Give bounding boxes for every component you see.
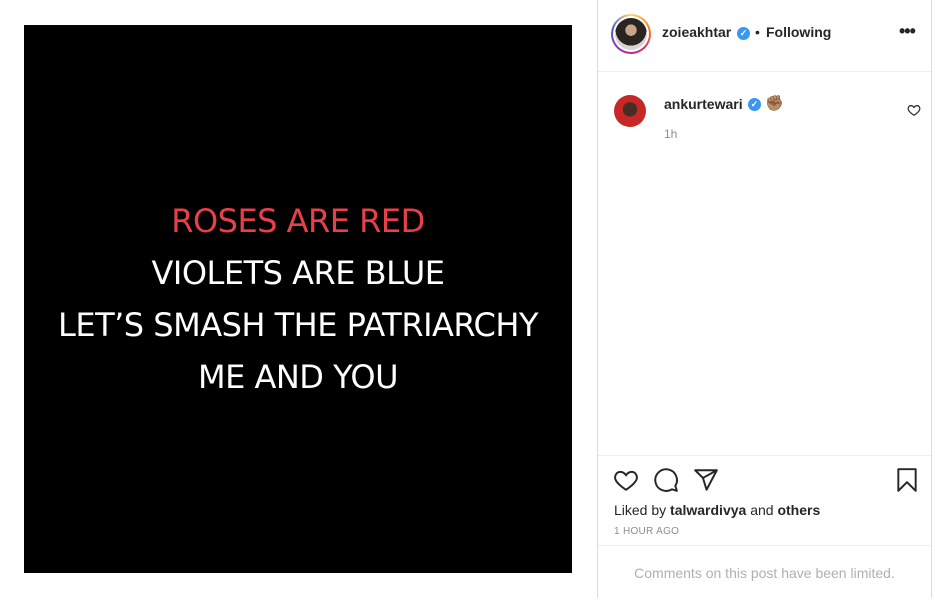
bookmark-icon[interactable] — [894, 467, 920, 493]
comments-limited-notice: Comments on this post have been limited. — [598, 545, 931, 598]
poem-line-2: VIOLETS ARE BLUE — [151, 254, 445, 292]
comment-time[interactable]: 1h — [664, 127, 677, 141]
share-icon[interactable] — [693, 467, 719, 493]
liked-by-prefix: Liked by — [614, 502, 667, 518]
liked-by-user[interactable]: talwardivya — [670, 502, 746, 518]
like-heart-icon[interactable] — [613, 467, 639, 493]
post-time-ago[interactable]: 1 HOUR AGO — [614, 526, 679, 537]
poem-line-1: ROSES ARE RED — [171, 202, 425, 240]
profile-photo-icon — [615, 18, 647, 50]
post-header: zoieakhtar ✓ • Following ••• — [598, 0, 931, 72]
liked-by-middle: and — [750, 502, 774, 518]
more-options-icon[interactable]: ••• — [899, 22, 917, 42]
comment-like-heart-icon[interactable] — [907, 103, 921, 117]
poem-line-4: ME AND YOU — [197, 358, 399, 396]
post-image: ROSES ARE RED VIOLETS ARE BLUE LET’S SMA… — [24, 25, 572, 573]
author-username[interactable]: zoieakhtar — [662, 24, 731, 40]
commenter-verified-icon: ✓ — [748, 98, 761, 111]
separator-dot: • — [755, 24, 760, 40]
post-actions: Liked by talwardivya and others 1 HOUR A… — [598, 455, 931, 545]
post-side-panel: zoieakhtar ✓ • Following ••• ankurtewari… — [597, 0, 932, 598]
verified-icon: ✓ — [737, 27, 750, 40]
poem-line-3: LET’S SMASH THE PATRIARCHY — [58, 306, 538, 344]
commenter-username[interactable]: ankurtewari — [664, 96, 743, 112]
author-avatar[interactable] — [611, 14, 651, 54]
commenter-avatar[interactable] — [614, 95, 646, 127]
comment-icon[interactable] — [653, 467, 679, 493]
liked-by-text: Liked by talwardivya and others — [614, 502, 820, 518]
comment-text: ✊🏽 — [765, 95, 784, 112]
following-button[interactable]: Following — [766, 24, 831, 40]
liked-by-others[interactable]: others — [777, 502, 820, 518]
